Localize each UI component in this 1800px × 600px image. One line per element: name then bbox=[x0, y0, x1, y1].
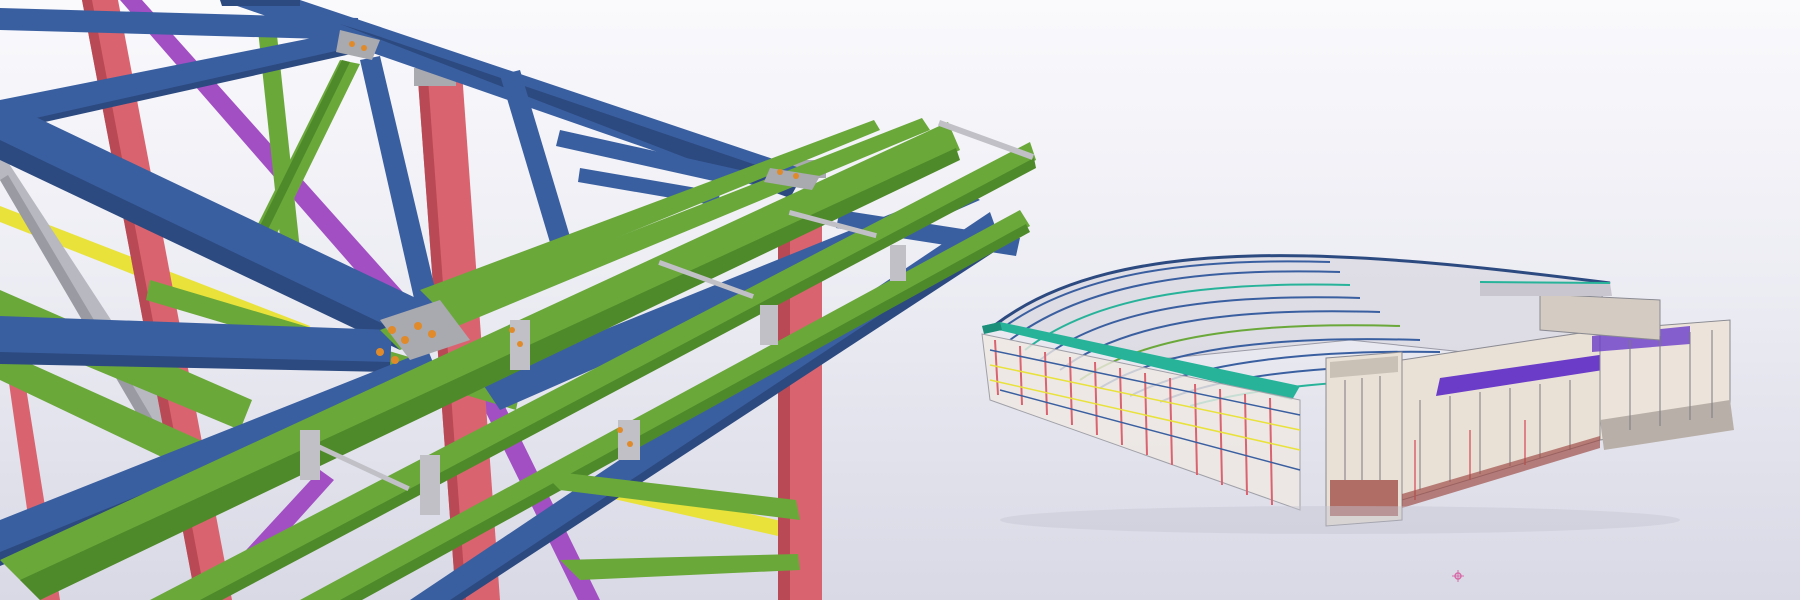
steel-detail-model[interactable] bbox=[0, 0, 1036, 600]
model-viewport[interactable] bbox=[0, 0, 1800, 600]
entrance-tower[interactable] bbox=[1325, 351, 1403, 527]
roof-edge-structure bbox=[1479, 281, 1612, 296]
stadium-overview-model[interactable] bbox=[981, 254, 1734, 534]
pivot-marker-icon[interactable] bbox=[1452, 570, 1464, 582]
model-ground-shadow bbox=[1000, 506, 1680, 534]
3d-model-canvas[interactable] bbox=[0, 0, 1800, 600]
